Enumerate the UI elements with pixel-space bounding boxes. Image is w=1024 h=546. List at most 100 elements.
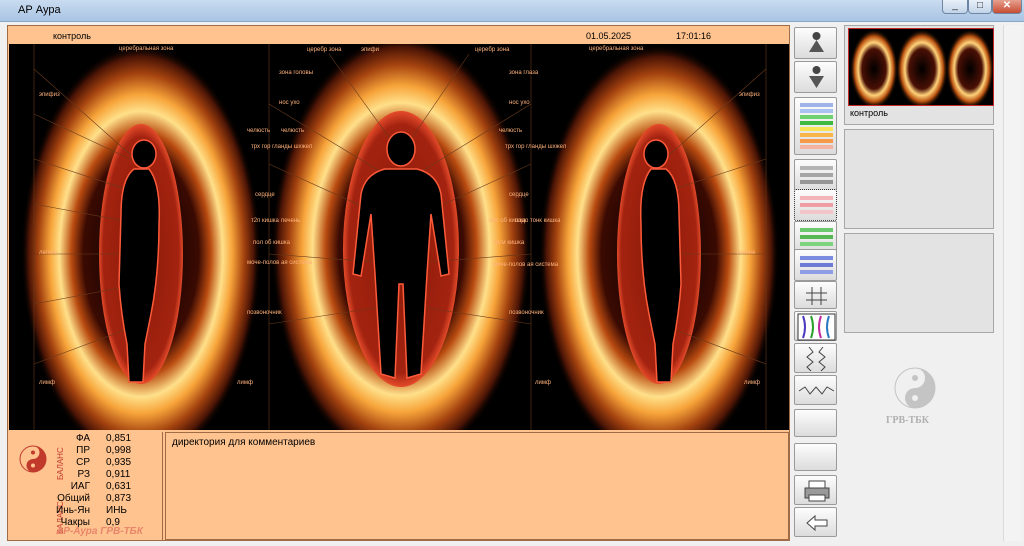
person-up-icon: [809, 32, 824, 52]
zone-label-cerebral-c1: церебр зона: [307, 47, 342, 53]
zone-label-cerebral-c2: церебр зона: [475, 47, 510, 53]
zone-label-epiphysis-r: эпифиз: [739, 92, 760, 98]
zone-label-cerebral-r: церебральная зона: [589, 46, 644, 52]
print-button[interactable]: [794, 475, 837, 505]
zone-label-throat-r: трх гор гланды шхжел: [505, 144, 567, 150]
stats-brand: АР-Аура ГРВ-ТБК: [56, 526, 143, 537]
zone-label-lung-r: легкие: [737, 250, 756, 256]
grid-icon: [806, 287, 827, 305]
minimize-button[interactable]: _: [942, 0, 968, 14]
time-label: 17:01:16: [676, 31, 712, 41]
aura-viewer[interactable]: церебральная зона эпифиз церебр зона эпи…: [9, 44, 789, 430]
stat-val-pr: 0,998: [106, 445, 132, 456]
stat-val-total: 0,873: [106, 493, 132, 504]
zone-label-thin: подо тонк кишка: [515, 218, 561, 224]
printer-icon: [804, 480, 830, 502]
gray-scale-button[interactable]: [794, 159, 837, 191]
close-button[interactable]: ✕: [992, 0, 1022, 14]
blue-scale-icon: [800, 256, 833, 274]
comment-text: директория для комментариев: [172, 437, 316, 448]
title-bar[interactable]: АР Аура _ □ ✕: [0, 0, 1024, 22]
stat-key-pr: ПР: [76, 445, 90, 456]
color-scale-icon: [800, 103, 833, 149]
yin-yang-logo-icon: [894, 367, 936, 409]
stat-val-fa: 0,851: [106, 433, 132, 444]
empty-slot-1[interactable]: [844, 129, 994, 229]
zone-label-urinary-l: моче-полов ая система: [247, 260, 313, 266]
zone-label-heart-r: сердце: [509, 192, 529, 198]
zone-label-spine-r: позвоночник: [509, 310, 544, 316]
zone-label-epiphysis-c: эпифи: [361, 47, 379, 53]
empty-slot-2[interactable]: [844, 233, 994, 333]
vertical-wave-icon: [806, 346, 826, 372]
back-button[interactable]: [794, 507, 837, 537]
zone-label-epiphysis: эпифиз: [39, 92, 60, 98]
grid-button[interactable]: [794, 281, 837, 309]
zone-label-t2n: т2п кишка: [251, 218, 280, 224]
zone-label-jaw-c: челюсть: [281, 128, 304, 134]
diagram-button[interactable]: [794, 311, 837, 341]
zone-label-poloslab-l: пол об кишка: [253, 240, 291, 246]
zone-label-nose-l: нос ухо: [279, 100, 300, 106]
zone-label-throat-l: трх гор гланды шхжел: [251, 144, 313, 150]
stat-val-rz: 0,911: [106, 469, 131, 480]
window-title: АР Аура: [18, 4, 61, 16]
zone-label-cerebral: церебральная зона: [119, 46, 174, 52]
zone-label-colon: сигм кишка: [493, 240, 525, 246]
zone-label-spine-l: позвоночник: [247, 310, 282, 316]
toolbar: [794, 25, 838, 541]
app-window: АР Аура _ □ ✕ контроль 01.05.2025 17:01:…: [0, 0, 1024, 546]
zone-label-legs-c1: лимф: [237, 380, 253, 386]
stat-val-yinyang: ИНЬ: [106, 505, 127, 516]
stat-val-sr: 0,935: [106, 457, 132, 468]
zone-label-eye: зона глаза: [509, 70, 539, 76]
maximize-button[interactable]: □: [968, 0, 992, 14]
blue-scale-button[interactable]: [794, 249, 837, 281]
comment-area[interactable]: директория для комментариев: [165, 432, 789, 540]
color-scale-button[interactable]: [794, 97, 837, 155]
signal-wave-icon: [798, 386, 835, 395]
yin-yang-icon: [19, 445, 47, 473]
zone-label-lung-l: легкие: [39, 250, 58, 256]
empty-button-1[interactable]: [794, 409, 837, 437]
zone-label-legs-c2: лимф: [535, 380, 551, 386]
stat-key-total: Общий: [57, 493, 90, 504]
stat-key-fa: ФА: [75, 433, 90, 444]
stat-val-iag: 0,631: [106, 481, 132, 492]
zone-label-head: зона головы: [279, 70, 313, 76]
signal-button[interactable]: [794, 375, 837, 405]
bottom-panel: БАЛАНС БАЛАНС ФА 0,851 ПР 0,998 СР 0,935…: [8, 432, 789, 540]
figure-up-button[interactable]: [794, 27, 837, 59]
main-panel: контроль 01.05.2025 17:01:16 церебральна…: [7, 25, 790, 541]
diagram-icon: [797, 313, 836, 341]
zone-label-heart-l: сердце: [255, 192, 275, 198]
wave-button[interactable]: [794, 343, 837, 373]
thumbnail-card[interactable]: контроль: [844, 25, 994, 125]
empty-button-2[interactable]: [794, 443, 837, 471]
gray-scale-icon: [800, 166, 833, 184]
stat-key-sr: СР: [76, 457, 90, 468]
zone-label-jaw-l: челюсть: [247, 128, 270, 134]
sidebar-brand: ГРВ-ТБК: [886, 415, 930, 426]
stat-key-yinyang: Инь-Ян: [56, 505, 90, 516]
figure-down-button[interactable]: [794, 61, 837, 93]
mode-label: контроль: [53, 31, 91, 41]
stat-key-iag: ИАГ: [70, 481, 90, 492]
info-header: контроль 01.05.2025 17:01:16: [8, 26, 789, 44]
vertical-scrollbar[interactable]: [1003, 25, 1022, 541]
thumbnail-image[interactable]: [848, 28, 994, 106]
pink-scale-button[interactable]: [794, 189, 837, 221]
zone-label-liver: печень: [281, 218, 300, 224]
person-down-icon: [809, 66, 824, 88]
date-label: 01.05.2025: [586, 31, 632, 41]
stats-panel: БАЛАНС БАЛАНС ФА 0,851 ПР 0,998 СР 0,935…: [8, 432, 163, 540]
zone-label-legs-r: лимф: [744, 380, 760, 386]
zone-label-nose-r: нос ухо: [509, 100, 530, 106]
thumbnail-caption: контроль: [850, 108, 888, 118]
arrow-left-icon: [806, 514, 828, 532]
zone-label-jaw-r: челюсть: [499, 128, 522, 134]
zone-label-urinary-r: моче-полов ая система: [493, 262, 559, 268]
zone-label-legs-l: лимф: [39, 380, 55, 386]
pink-scale-icon: [800, 196, 833, 214]
sidebar: контроль ГРВ-ТБК: [842, 25, 1022, 541]
